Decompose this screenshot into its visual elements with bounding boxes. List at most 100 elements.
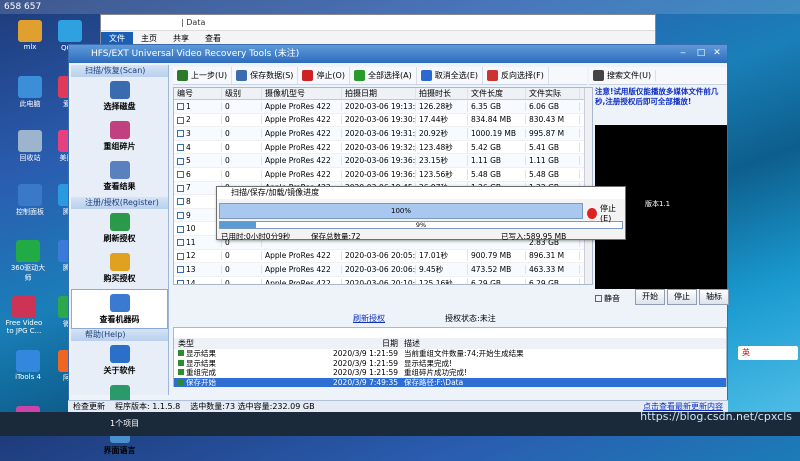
log-row[interactable]: 保存开始 2020/3/9 7:49:35 保存路径:F:\Data	[174, 377, 726, 388]
row-checkbox[interactable]	[177, 266, 184, 274]
player-button[interactable]: 轴标	[699, 289, 729, 305]
table-cell-text: 3	[186, 128, 191, 138]
desktop-icon-item[interactable]: 360驱动大师	[8, 240, 48, 283]
table-cell: Apple ProRes 422	[262, 115, 342, 125]
table-cell-text: 2020-03-06 19:36:02	[345, 156, 416, 166]
row-checkbox[interactable]	[177, 171, 184, 179]
minimize-icon[interactable]: ‒	[675, 47, 691, 60]
row-checkbox[interactable]	[177, 144, 184, 152]
table-header-cell[interactable]: 摄像机型号	[262, 88, 342, 99]
table-cell-text: 1.11 GB	[471, 156, 502, 166]
toolbar-right: 搜索文件(U)	[589, 67, 727, 85]
table-cell-text: 6.06 GB	[529, 101, 560, 111]
refresh-auth-link[interactable]: 刷新授权	[353, 313, 385, 324]
table-row[interactable]: 1 0 Apple ProRes 422 2020-03-06 19:13:57126…	[174, 100, 592, 114]
row-checkbox[interactable]	[177, 252, 184, 260]
mute-toggle[interactable]: 静音	[595, 293, 620, 304]
table-row[interactable]: 5 0 Apple ProRes 422 2020-03-06 19:36:0223.…	[174, 154, 592, 168]
explorer-tab[interactable]: 文件	[101, 31, 133, 45]
desktop-icon-item[interactable]: Free Video to JPG C...	[4, 296, 44, 335]
row-checkbox[interactable]	[177, 212, 184, 220]
sidebar-register-item[interactable]: 购买授权	[71, 249, 168, 289]
stop-icon	[587, 207, 598, 219]
table-header-cell[interactable]: 编号	[174, 88, 222, 99]
toolbar-button[interactable]: 上一步(U)	[173, 67, 233, 84]
table-header-cell[interactable]: 级别	[222, 88, 262, 99]
maximize-icon[interactable]: □	[693, 47, 709, 60]
player-button[interactable]: 开始	[635, 289, 665, 305]
desktop-icon-item[interactable]: 此电脑	[10, 76, 50, 109]
row-checkbox[interactable]	[177, 130, 184, 138]
sidebar-scan-item[interactable]: 选择磁盘	[71, 77, 168, 117]
row-checkbox[interactable]	[177, 184, 184, 192]
table-cell-text: 125.16秒	[419, 278, 453, 285]
row-checkbox[interactable]	[177, 116, 184, 124]
toolbar-button[interactable]: 反向选择(F)	[483, 67, 549, 84]
log-status-icon	[178, 378, 184, 385]
table-row[interactable]: 14 0 Apple ProRes 422 2020-03-06 20:10:0212…	[174, 277, 592, 285]
row-checkbox[interactable]	[177, 198, 184, 206]
row-checkbox[interactable]	[177, 239, 184, 247]
preview-version: 版本1.1	[645, 200, 671, 208]
table-cell: 23.15秒	[416, 155, 468, 167]
table-row[interactable]: 12 0 Apple ProRes 422 2020-03-06 20:05:2217…	[174, 250, 592, 264]
table-cell: Apple ProRes 422	[262, 278, 342, 284]
table-cell-text: 2020-03-06 20:05:22	[345, 251, 416, 261]
check-update-button[interactable]: 检查更新	[68, 401, 110, 412]
table-cell-text: 126.28秒	[419, 101, 453, 111]
progress-overall-label: 100%	[390, 207, 411, 215]
explorer-tab[interactable]: 主页	[133, 32, 165, 45]
sidebar-help-header[interactable]: 帮助(Help)	[71, 329, 168, 341]
table-header-cell[interactable]: 文件长度	[468, 88, 526, 99]
log-type-text: 保存开始	[186, 377, 216, 387]
toolbar-button[interactable]: 停止(O)	[298, 67, 350, 84]
sidebar-register-item[interactable]: 查看机器码	[71, 289, 168, 329]
table-cell-text: 0	[225, 128, 230, 138]
table-cell-text: 8	[186, 196, 191, 206]
row-checkbox[interactable]	[177, 103, 184, 111]
table-row[interactable]: 2 0 Apple ProRes 422 2020-03-06 19:30:4917.…	[174, 114, 592, 128]
explorer-tab[interactable]: 共享	[165, 32, 197, 45]
row-checkbox[interactable]	[177, 280, 184, 284]
sidebar-register-header[interactable]: 注册/授权(Register)	[71, 197, 168, 209]
table-cell-text: 834.84 MB	[471, 115, 512, 125]
table-cell: 12	[174, 251, 222, 261]
table-cell-text: Apple ProRes 422	[265, 251, 331, 261]
table-header-cell[interactable]: 文件实际	[526, 88, 580, 99]
table-row[interactable]: 4 0 Apple ProRes 422 2020-03-06 19:32:17123…	[174, 141, 592, 155]
table-header-cell[interactable]: 拍摄日期	[342, 88, 416, 99]
desktop-top-bar: 658 657	[0, 0, 800, 14]
sidebar-register-item[interactable]: 刷新授权	[71, 209, 168, 249]
desktop-icon-item[interactable]: 控制面板	[10, 184, 50, 217]
table-cell-text: 5.48 GB	[529, 169, 560, 179]
row-checkbox[interactable]	[177, 225, 184, 233]
desktop-icon-item[interactable]: 回收站	[10, 130, 50, 163]
desktop-icon-item[interactable]: mlx	[10, 20, 50, 51]
table-cell: 1.11 GB	[526, 156, 580, 166]
table-row[interactable]: 3 0 Apple ProRes 422 2020-03-06 19:31:2020.…	[174, 127, 592, 141]
dialog-stop-button[interactable]: 停止(E)	[587, 203, 625, 223]
mute-checkbox[interactable]	[595, 295, 602, 302]
toolbar-button[interactable]: 保存数据(S)	[232, 67, 299, 84]
player-button[interactable]: 停止	[667, 289, 697, 305]
sidebar-scan-item[interactable]: 重组碎片	[71, 117, 168, 157]
table-cell: 896.31 M	[526, 251, 580, 261]
log-type: 保存开始	[174, 377, 294, 388]
explorer-tab[interactable]: 查看	[197, 32, 229, 45]
sidebar-scan-item[interactable]: 查看结果	[71, 157, 168, 197]
toolbar-button[interactable]: 取消全选(E)	[417, 67, 483, 84]
sidebar-scan-header[interactable]: 扫描/恢复(Scan)	[71, 65, 168, 77]
search-files-button[interactable]: 搜索文件(U)	[589, 70, 657, 81]
table-cell-text: 5.42 GB	[471, 142, 502, 152]
sidebar-help-item[interactable]: 关于软件	[71, 341, 168, 381]
row-checkbox[interactable]	[177, 157, 184, 165]
table-row[interactable]: 13 0 Apple ProRes 422 2020-03-06 20:06:369.…	[174, 263, 592, 277]
table-cell-text: 17.44秒	[419, 115, 448, 125]
close-icon[interactable]: ✕	[709, 47, 725, 60]
ime-indicator[interactable]: 英	[738, 346, 798, 360]
table-header-cell[interactable]: 拍摄时长	[416, 88, 468, 99]
table-cell-text: 463.33 M	[529, 264, 565, 274]
table-row[interactable]: 6 0 Apple ProRes 422 2020-03-06 19:36:59123…	[174, 168, 592, 182]
toolbar-button[interactable]: 全部选择(A)	[350, 67, 417, 84]
desktop-icon-item[interactable]: iTools 4	[8, 350, 48, 381]
